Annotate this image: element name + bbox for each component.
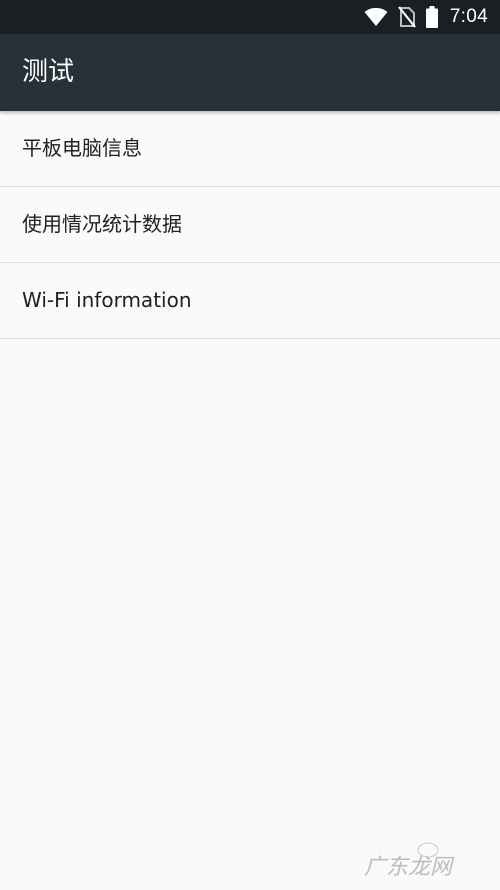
list-item-tablet-info[interactable]: 平板电脑信息 [0, 111, 500, 187]
list-item-wifi-information[interactable]: Wi-Fi information [0, 263, 500, 339]
watermark-logo: 广东龙网 [364, 842, 455, 878]
list-item-usage-stats[interactable]: 使用情况统计数据 [0, 187, 500, 263]
battery-icon [425, 6, 438, 28]
status-icons: 7:04 [354, 0, 488, 34]
page-title: 测试 [22, 57, 75, 87]
screen: 7:04 测试 平板电脑信息 使用情况统计数据 Wi-Fi informatio… [0, 0, 500, 890]
status-bar: 7:04 [0, 0, 500, 34]
list-item-label: Wi-Fi information [22, 288, 192, 312]
no-sim-icon [397, 6, 416, 28]
status-time: 7:04 [449, 6, 488, 27]
settings-list: 平板电脑信息 使用情况统计数据 Wi-Fi information [0, 111, 500, 339]
list-item-label: 平板电脑信息 [22, 136, 142, 160]
app-bar: 测试 [0, 34, 500, 111]
wifi-icon [364, 7, 388, 27]
list-item-label: 使用情况统计数据 [22, 212, 182, 236]
svg-text:广东龙网: 广东龙网 [364, 855, 455, 878]
